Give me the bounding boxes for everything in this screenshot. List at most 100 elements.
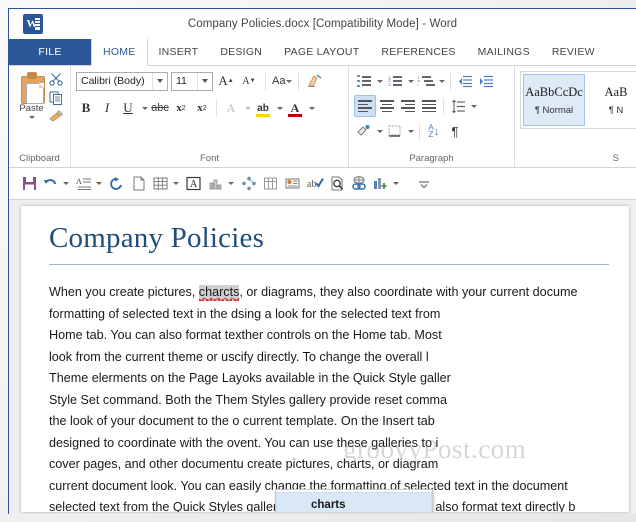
borders-dropdown-caret-icon[interactable] xyxy=(406,121,415,141)
grow-font-button[interactable]: A ▲ xyxy=(216,71,236,91)
ctx-suggestion-charts[interactable]: charts xyxy=(276,492,432,512)
style-card-no-spacing[interactable]: AaB ¶ N xyxy=(585,74,636,126)
tab-design[interactable]: DESIGN xyxy=(209,39,273,65)
tab-home[interactable]: HOME xyxy=(91,39,148,66)
superscript-index: 2 xyxy=(202,104,207,112)
window-title: Company Policies.docx [Compatibility Mod… xyxy=(187,18,458,30)
undo-icon[interactable] xyxy=(41,174,61,194)
underline-button[interactable]: U xyxy=(118,98,138,118)
justify-button[interactable] xyxy=(419,96,439,116)
table-grid-icon[interactable] xyxy=(261,174,281,194)
bullets-dropdown-caret-icon[interactable] xyxy=(375,71,384,91)
multilevel-list-button[interactable]: 1ai xyxy=(416,71,436,91)
text-effects-dropdown-caret-icon[interactable] xyxy=(242,98,252,118)
align-right-button[interactable] xyxy=(398,96,418,116)
chart-dropdown-caret-icon[interactable] xyxy=(228,182,234,185)
decrease-indent-button[interactable] xyxy=(455,71,475,91)
show-marks-button[interactable]: ¶ xyxy=(445,121,465,141)
format-painter-icon[interactable] xyxy=(49,110,65,125)
table-dropdown-caret-icon[interactable] xyxy=(173,182,179,185)
italic-button[interactable]: I xyxy=(97,98,117,118)
styles-dropdown-caret-icon[interactable] xyxy=(96,182,102,185)
underline-dropdown-caret-icon[interactable] xyxy=(139,98,149,118)
bullets-button[interactable] xyxy=(354,71,374,91)
ribbon-group-paragraph: 123 1ai A Z ↓ ¶ Paragraph xyxy=(349,66,515,167)
document-body-text[interactable]: When you create pictures, charcts, or di… xyxy=(49,282,629,512)
font-color-button[interactable]: A xyxy=(285,98,305,118)
tab-mailings[interactable]: MAILINGS xyxy=(467,39,541,65)
shrink-font-button[interactable]: A ▼ xyxy=(239,71,259,91)
change-case-button[interactable]: Aa xyxy=(272,71,293,91)
sort-button[interactable]: AZ ↓ xyxy=(424,121,444,141)
subscript-button[interactable]: x2 xyxy=(171,98,191,118)
doc-line-7-tail: current template. On the Insert tab xyxy=(239,414,435,428)
tab-references[interactable]: REFERENCES xyxy=(370,39,466,65)
print-preview-icon[interactable] xyxy=(327,174,347,194)
copy-icon[interactable] xyxy=(49,91,65,106)
numbering-button[interactable]: 123 xyxy=(385,71,405,91)
ribbon-group-font: Calibri (Body) 11 A ▲ A ▼ Aa B I U abc x… xyxy=(71,66,349,167)
tab-file[interactable]: FILE xyxy=(9,39,91,65)
align-right-icon xyxy=(401,100,415,112)
doc-line-1: When you create pictures, charcts, or di… xyxy=(49,282,629,304)
undo-dropdown-caret-icon[interactable] xyxy=(63,182,69,185)
hyperlink-icon[interactable] xyxy=(349,174,369,194)
insert-chart-dropdown-caret-icon[interactable] xyxy=(393,182,399,185)
spelling-check-icon[interactable]: ab xyxy=(305,174,325,194)
tab-review[interactable]: REVIEW xyxy=(541,39,606,65)
font-color-dropdown-caret-icon[interactable] xyxy=(306,98,316,118)
customize-qat-icon[interactable] xyxy=(414,174,434,194)
increase-indent-button[interactable] xyxy=(476,71,496,91)
styles-group-label: S xyxy=(612,153,619,164)
paste-button[interactable]: Paste xyxy=(14,69,49,119)
new-document-icon[interactable] xyxy=(129,174,149,194)
align-center-button[interactable] xyxy=(377,96,397,116)
insert-table-icon[interactable] xyxy=(151,174,171,194)
numbering-dropdown-caret-icon[interactable] xyxy=(406,71,415,91)
styles-pane-icon[interactable]: A xyxy=(74,174,94,194)
doc-line-9: cover pages, and other documentu create … xyxy=(49,454,629,476)
numbering-icon: 123 xyxy=(388,76,402,86)
font-name-dropdown-icon[interactable] xyxy=(152,72,167,90)
redo-repeat-icon[interactable] xyxy=(107,174,127,194)
text-box-icon[interactable]: A xyxy=(184,174,204,194)
line-spacing-button[interactable] xyxy=(448,96,468,116)
shading-dropdown-caret-icon[interactable] xyxy=(375,121,384,141)
doc-line-1-pre: When you create pictures, xyxy=(49,285,199,299)
multilevel-dropdown-caret-icon[interactable] xyxy=(437,71,446,91)
shading-button[interactable] xyxy=(354,121,374,141)
superscript-button[interactable]: x2 xyxy=(192,98,212,118)
font-size-dropdown-icon[interactable] xyxy=(197,72,212,90)
font-name-combo[interactable]: Calibri (Body) xyxy=(76,71,168,91)
save-icon[interactable] xyxy=(19,174,39,194)
highlight-dropdown-caret-icon[interactable] xyxy=(274,98,284,118)
tab-insert[interactable]: INSERT xyxy=(148,39,210,65)
bold-button[interactable]: B xyxy=(76,98,96,118)
doc-line-2-head: formatting of selected text in the d xyxy=(49,306,239,321)
text-effects-button[interactable]: A xyxy=(221,98,241,118)
clear-formatting-button[interactable] xyxy=(305,71,325,91)
doc-line-4-head: look from the current theme or us xyxy=(49,349,235,364)
cut-scissors-icon[interactable] xyxy=(49,72,65,87)
smartart-icon[interactable] xyxy=(239,174,259,194)
text-effects-label: A xyxy=(226,100,236,115)
highlight-color-button[interactable]: ab xyxy=(253,98,273,118)
header-footer-icon[interactable] xyxy=(283,174,303,194)
line-spacing-dropdown-caret-icon[interactable] xyxy=(469,96,478,116)
paste-dropdown-caret-icon[interactable] xyxy=(28,116,35,119)
insert-chart-icon[interactable] xyxy=(371,174,391,194)
styles-gallery[interactable]: AaBbCcDc ¶ Normal AaB ¶ N xyxy=(520,71,636,129)
misspelled-word-selected[interactable]: charcts xyxy=(198,285,240,301)
chart-icon[interactable] xyxy=(206,174,226,194)
svg-text:ab: ab xyxy=(307,179,316,190)
ribbon-group-clipboard: Paste Clipboard xyxy=(9,66,71,167)
strikethrough-button[interactable]: abc xyxy=(150,98,170,118)
borders-button[interactable] xyxy=(385,121,405,141)
style-card-normal[interactable]: AaBbCcDc ¶ Normal xyxy=(523,74,585,126)
font-size-combo[interactable]: 11 xyxy=(171,71,213,91)
paste-label: Paste xyxy=(19,103,44,114)
document-page[interactable]: Company Policies When you create picture… xyxy=(21,206,629,512)
align-left-button[interactable] xyxy=(354,95,376,117)
tab-page-layout[interactable]: PAGE LAYOUT xyxy=(273,39,370,65)
multilevel-list-icon: 1ai xyxy=(417,76,435,86)
